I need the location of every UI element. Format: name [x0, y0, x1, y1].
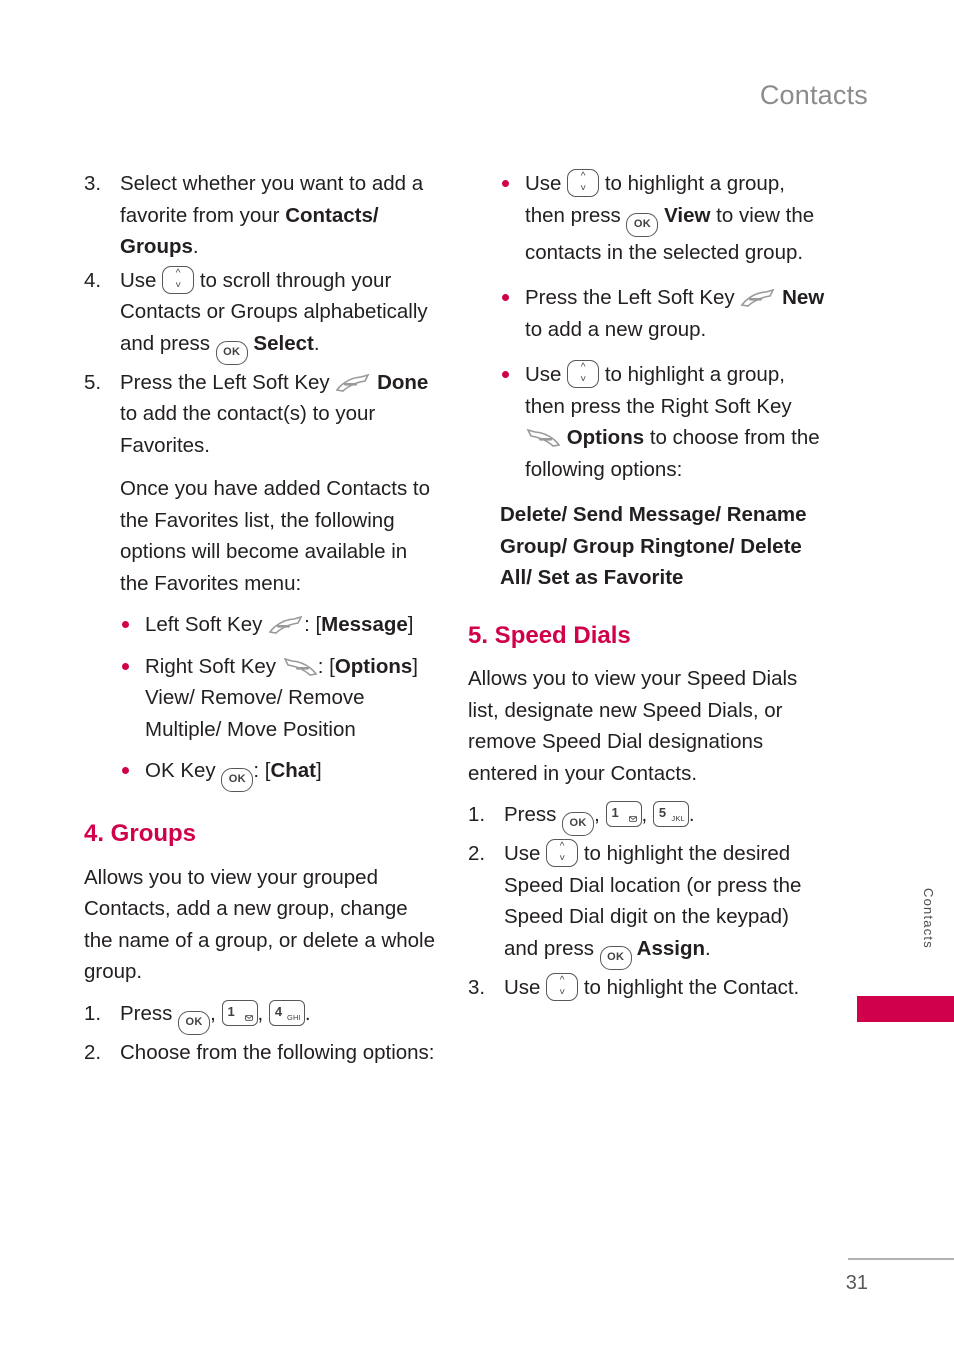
bullet-item: OK Key OK: [Chat] — [120, 755, 436, 792]
groups-steps-list: 1. Press OK, 1, 4 GHI. 2. Choose from the fo… — [84, 998, 436, 1069]
favorites-options-bullets: Left Soft Key : [Message] Right Soft Key … — [84, 609, 436, 792]
numbered-step: 2. Choose from the following options: — [84, 1037, 436, 1069]
numbered-step: 4. Use ^ ˅ to scroll through your Contacts… — [84, 265, 436, 365]
nav-up-down-key-icon: ^ ˅ — [567, 360, 600, 388]
emphasis-text: New — [776, 286, 825, 309]
groups-options-bullets: Use ^ ˅ to highlight a group, then press … — [468, 168, 828, 485]
bullet-item: Use ^ ˅ to highlight a group, then press … — [500, 359, 828, 485]
num-1-voicemail-key-icon: 1 — [605, 801, 642, 827]
speed-dials-steps-list: 1. Press OK, 1, 5 JKL. 2. Use ^ ˅ to highligh… — [468, 799, 828, 1003]
emphasis-text: Assign — [631, 936, 706, 960]
numbered-step: 3. Select whether you want to add a favor… — [84, 168, 436, 263]
left-steps-list: 3. Select whether you want to add a favor… — [84, 168, 436, 461]
left-soft-key-icon — [268, 616, 304, 636]
nav-up-down-key-icon: ^ ˅ — [546, 839, 579, 867]
ok-key-icon: OK — [599, 945, 632, 970]
emphasis-text: Options — [561, 426, 645, 449]
left-column: 3. Select whether you want to add a favor… — [84, 168, 436, 1070]
right-soft-key-icon — [282, 657, 318, 678]
step-text: Use ^ ˅ to highlight the Contact. — [504, 972, 800, 1001]
side-tab-label: Contacts — [921, 888, 936, 949]
step-text: Choose from the following options: — [120, 1040, 435, 1064]
emphasis-text: Message — [321, 613, 408, 636]
num-5-jkl-key-icon: 5 JKL — [652, 801, 689, 827]
step-marker: 5. — [84, 370, 102, 394]
step-marker: 3. — [468, 975, 486, 999]
emphasis-text: Options — [334, 654, 413, 678]
nav-up-down-key-icon: ^ ˅ — [546, 972, 579, 1001]
numbered-step: 1. Press OK, 1, 4 GHI. — [84, 998, 436, 1035]
ok-key-icon: OK — [178, 1010, 211, 1035]
step-marker: 3. — [84, 172, 102, 195]
step-text: Press OK, 1, 5 JKL. — [504, 801, 695, 836]
num-4-ghi-key-icon: 4 GHI — [268, 999, 305, 1026]
numbered-step: 5. Press the Left Soft Key Done to add th… — [84, 367, 436, 462]
step-text: Use ^ ˅ to scroll through your Contacts o… — [120, 265, 428, 365]
left-soft-key-icon — [740, 289, 776, 309]
emphasis-text: Select — [247, 331, 314, 355]
step-text: Press OK, 1, 4 GHI. — [120, 999, 311, 1035]
emphasis-text: Done — [371, 370, 429, 394]
numbered-step: 2. Use ^ ˅ to highlight the desired Speed … — [468, 838, 828, 970]
section-heading-speed-dials: 5. Speed Dials — [468, 621, 631, 649]
step-text: Use ^ ˅ to highlight the desired Speed Di… — [504, 839, 801, 970]
step-marker: 2. — [84, 1040, 102, 1064]
numbered-step: 1. Press OK, 1, 5 JKL. — [468, 799, 828, 836]
num-1-voicemail-key-icon: 1 — [221, 999, 258, 1026]
nav-up-down-key-icon: ^ ˅ — [567, 169, 600, 197]
bullet-item: Left Soft Key : [Message] — [120, 609, 436, 641]
bullet-item: Right Soft Key : [Options] View/ Remove/… — [120, 651, 436, 746]
emphasis-text: View — [658, 203, 711, 227]
bullet-item: Use ^ ˅ to highlight a group, then press … — [500, 168, 828, 268]
step-marker: 1. — [84, 1001, 102, 1025]
groups-paragraph: Allows you to view your grouped Contacts… — [84, 865, 436, 984]
step-marker: 1. — [468, 803, 486, 826]
step-text: Press the Left Soft Key Done to add the … — [120, 370, 429, 457]
ok-key-icon: OK — [626, 212, 659, 237]
step-text: Select whether you want to add a favorit… — [120, 172, 424, 259]
step-marker: 2. — [468, 842, 486, 865]
group-options-list: Delete/ Send Message/ Rename Group/ Grou… — [500, 503, 807, 589]
footer-divider — [848, 1258, 954, 1260]
step-marker: 4. — [84, 268, 102, 292]
ok-key-icon: OK — [221, 768, 254, 792]
right-column: Use ^ ˅ to highlight a group, then press … — [468, 168, 828, 1005]
side-tab-bar — [857, 996, 954, 1022]
page-number: 31 — [845, 1272, 868, 1294]
speed-dials-paragraph: Allows you to view your Speed Dials list… — [468, 667, 798, 785]
bullet-item: Press the Left Soft Key New to add a new… — [500, 282, 828, 345]
right-soft-key-icon — [525, 429, 561, 449]
page-title: Contacts — [759, 80, 868, 110]
nav-up-down-key-icon: ^ ˅ — [162, 265, 195, 294]
ok-key-icon: OK — [562, 812, 595, 836]
ok-key-icon: OK — [215, 340, 248, 365]
numbered-step: 3. Use ^ ˅ to highlight the Contact. — [468, 972, 828, 1004]
emphasis-text: Chat — [270, 759, 316, 782]
section-heading-groups: 4. Groups — [84, 820, 197, 847]
favorites-intro-paragraph: Once you have added Contacts to the Favo… — [120, 477, 430, 595]
emphasis-text: Contacts/ Groups — [120, 203, 379, 259]
left-soft-key-icon — [335, 373, 371, 394]
manual-page: Contacts Contacts 31 3. Select whether yo… — [0, 0, 954, 1371]
